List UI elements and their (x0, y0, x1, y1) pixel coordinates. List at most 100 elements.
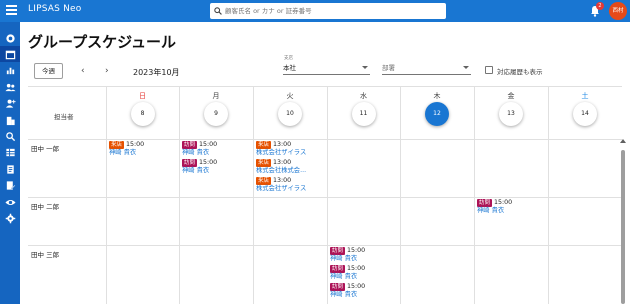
event-customer-link[interactable]: 神崎 貴衣 (182, 149, 217, 157)
schedule-event[interactable]: 来店 13:00 株式会社ザイラス (256, 177, 306, 193)
schedule-event[interactable]: 訪問 15:00 神崎 貴衣 (330, 283, 365, 299)
day-date-button[interactable]: 11 (351, 102, 376, 126)
eye-icon (4, 199, 16, 205)
staff-column-header: 担当者 (54, 113, 74, 121)
sidebar-item-user-add[interactable] (0, 96, 20, 112)
scroll-up-arrow[interactable] (620, 139, 626, 143)
notification-badge: 2 (596, 2, 604, 10)
grid-column-divider (400, 87, 401, 304)
schedule-event[interactable]: 訪問 15:00 神崎 貴衣 (330, 247, 365, 263)
gear-icon (5, 213, 15, 224)
event-customer-link[interactable]: 神崎 貴衣 (477, 207, 512, 215)
schedule-event[interactable]: 来店 15:00 神崎 貴衣 (109, 141, 144, 157)
event-type-badge: 来店 (256, 141, 272, 149)
sidebar (0, 22, 20, 304)
department-placeholder: 部署 (382, 64, 395, 72)
sidebar-item-gear[interactable] (0, 210, 20, 226)
event-customer-link[interactable]: 神崎 貴衣 (109, 149, 144, 157)
event-customer-link[interactable]: 株式会社株式会... (256, 167, 306, 175)
event-type-badge: 訪問 (477, 199, 493, 207)
user-add-icon (5, 99, 16, 108)
day-date-button[interactable]: 8 (130, 102, 155, 126)
search-input[interactable] (225, 7, 435, 15)
event-type-badge: 来店 (109, 141, 125, 149)
event-time: 15:00 (494, 199, 513, 206)
event-type-badge: 訪問 (330, 283, 346, 291)
schedule-event[interactable]: 来店 13:00 株式会社株式会... (256, 159, 306, 175)
sidebar-item-search-person[interactable] (0, 128, 20, 144)
department-select[interactable]: 部署 (382, 62, 471, 75)
grid-column-divider (106, 87, 107, 304)
event-type-badge: 訪問 (330, 265, 346, 273)
main-content: グループスケジュール 今週 ‹ › 2023年10月 支店 本社 部署 対応履歴… (20, 22, 630, 304)
sidebar-item-edit-document[interactable] (0, 178, 20, 194)
grid-row-divider (28, 245, 622, 246)
sidebar-item-eye[interactable] (0, 194, 20, 210)
event-type-badge: 訪問 (330, 247, 346, 255)
event-customer-link[interactable]: 株式会社ザイラス (256, 185, 306, 193)
search-box[interactable] (210, 3, 446, 19)
event-type-badge: 来店 (256, 159, 272, 167)
grid-column-divider (327, 87, 328, 304)
event-customer-link[interactable]: 神崎 貴衣 (182, 167, 217, 175)
event-time: 15:00 (199, 159, 218, 166)
grid-row-divider (28, 197, 622, 198)
grid-row-divider (28, 139, 622, 140)
grid-column-divider (179, 87, 180, 304)
day-of-week-label: 土 (581, 92, 589, 100)
this-week-button[interactable]: 今週 (34, 63, 63, 79)
search-icon (214, 7, 222, 15)
next-week-button[interactable]: › (105, 66, 109, 76)
event-type-badge: 訪問 (182, 141, 198, 149)
event-time: 15:00 (347, 283, 366, 290)
app-title: LIPSAS Neo (28, 4, 82, 14)
day-of-week-label: 水 (360, 92, 367, 100)
sidebar-item-home[interactable] (0, 30, 20, 46)
day-of-week-label: 日 (139, 92, 146, 100)
event-customer-link[interactable]: 株式会社ザイラス (256, 149, 306, 157)
sidebar-item-table[interactable] (0, 145, 20, 161)
event-time: 15:00 (199, 141, 218, 148)
staff-name: 田中 一郎 (31, 145, 60, 153)
scrollbar-thumb[interactable] (621, 150, 625, 304)
edit-document-icon (6, 181, 16, 190)
event-time: 13:00 (273, 159, 292, 166)
sidebar-item-calendar[interactable] (0, 46, 20, 63)
show-history-label[interactable]: 対応履歴も表示 (497, 66, 543, 76)
event-customer-link[interactable]: 神崎 貴衣 (330, 273, 365, 281)
top-app-bar: LIPSAS Neo 2 西村 (0, 0, 630, 22)
day-date-button[interactable]: 10 (278, 102, 302, 126)
chevron-down-icon (463, 66, 469, 69)
month-label: 2023年10月 (133, 68, 180, 77)
event-customer-link[interactable]: 神崎 貴衣 (330, 255, 365, 263)
users-icon (4, 83, 16, 91)
event-type-badge: 来店 (256, 177, 272, 185)
avatar[interactable]: 西村 (609, 2, 627, 20)
branch-value: 本社 (283, 64, 296, 72)
schedule-event[interactable]: 訪問 15:00 神崎 貴衣 (477, 199, 512, 215)
schedule-event[interactable]: 来店 13:00 株式会社ザイラス (256, 141, 306, 157)
chevron-down-icon (362, 66, 368, 69)
sidebar-item-building[interactable] (0, 112, 20, 128)
day-date-button[interactable]: 13 (499, 102, 523, 126)
day-of-week-label: 金 (507, 92, 515, 100)
home-icon (5, 33, 15, 43)
day-date-button[interactable]: 12 (425, 102, 449, 126)
schedule-event[interactable]: 訪問 15:00 神崎 貴衣 (182, 141, 217, 157)
branch-label: 支店 (284, 56, 293, 61)
day-date-button[interactable]: 9 (204, 102, 228, 126)
event-customer-link[interactable]: 神崎 貴衣 (330, 291, 365, 299)
sidebar-item-users[interactable] (0, 79, 20, 95)
sidebar-item-chart[interactable] (0, 63, 20, 79)
show-history-checkbox[interactable] (485, 66, 493, 74)
event-time: 13:00 (273, 177, 292, 184)
schedule-event[interactable]: 訪問 15:00 神崎 貴衣 (330, 265, 365, 281)
day-date-button[interactable]: 14 (573, 102, 597, 126)
menu-icon[interactable] (6, 5, 17, 17)
branch-select[interactable]: 本社 (283, 62, 370, 75)
sidebar-item-document[interactable] (0, 161, 20, 177)
prev-week-button[interactable]: ‹ (81, 66, 85, 76)
event-time: 13:00 (273, 141, 292, 148)
schedule-event[interactable]: 訪問 15:00 神崎 貴衣 (182, 159, 217, 175)
search-person-icon (5, 132, 15, 142)
